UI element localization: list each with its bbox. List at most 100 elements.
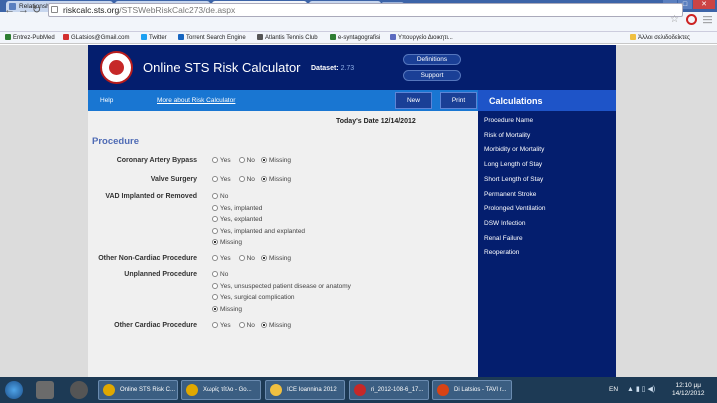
radio-option[interactable]: Yes, implanted <box>212 204 263 212</box>
radio-button[interactable] <box>261 322 267 328</box>
radio-button[interactable] <box>212 282 218 289</box>
radio-option[interactable]: Yes, implanted and explanted <box>212 227 306 235</box>
radio-button[interactable] <box>212 204 218 211</box>
bookmark-favicon-icon <box>5 34 11 40</box>
url-path: /STSWebRiskCalc273/de.aspx <box>119 5 236 15</box>
taskbar-button-label: Di Latsios - TAVI r... <box>454 387 507 393</box>
radio-button[interactable] <box>212 255 218 261</box>
radio-option[interactable]: No <box>212 193 228 200</box>
help-link[interactable]: Help <box>100 90 113 111</box>
question-label: Valve Surgery <box>150 176 197 183</box>
radio-option[interactable]: Yes <box>212 176 231 183</box>
start-button[interactable] <box>5 381 23 399</box>
radio-option[interactable]: Yes <box>212 157 231 164</box>
support-button[interactable]: Support <box>403 70 461 81</box>
reload-icon[interactable]: ↻ <box>32 3 41 17</box>
bookmark-item[interactable]: GLatsios@Gmail.com <box>63 32 129 44</box>
radio-option[interactable]: Missing <box>261 322 291 329</box>
question-label: Other Cardiac Procedure <box>114 322 197 329</box>
system-tray-icons[interactable]: ▲ ▮ ▯ ◀) <box>627 385 655 393</box>
radio-option[interactable]: Yes, unsuspected patient disease or anat… <box>212 282 351 290</box>
clock[interactable]: 12:10 μμ 14/12/2012 <box>672 382 705 398</box>
radio-option[interactable]: No <box>212 271 228 278</box>
taskbar-button[interactable]: Χωρίς τίτλο - Go... <box>181 380 261 400</box>
calculation-item[interactable]: Short Length of Stay <box>484 176 543 183</box>
bookmark-item[interactable]: Atlantis Tennis Club <box>257 32 318 44</box>
radio-option[interactable]: Yes, explanted <box>212 216 262 223</box>
bookmark-star-icon[interactable]: ☆ <box>670 14 679 25</box>
bookmark-label: e-syntagografisi <box>338 35 381 41</box>
radio-option[interactable]: Yes <box>212 322 231 329</box>
calculations-title: Calculations <box>489 96 543 106</box>
menu-icon[interactable]: — — — <box>703 12 712 27</box>
calculation-item[interactable]: Renal Failure <box>484 235 523 242</box>
radio-label: Missing <box>269 322 292 329</box>
close-window-button[interactable]: ✕ <box>693 0 715 9</box>
radio-option[interactable]: No <box>238 176 255 183</box>
bookmark-item[interactable]: Twitter <box>141 32 167 44</box>
calculation-item[interactable]: Long Length of Stay <box>484 161 542 168</box>
calculation-item[interactable]: Procedure Name <box>484 117 533 124</box>
sts-logo <box>100 51 133 84</box>
back-arrow-icon[interactable]: ← <box>4 3 15 17</box>
language-indicator[interactable]: EN <box>609 386 618 393</box>
calculation-item[interactable]: Permanent Stroke <box>484 191 536 198</box>
clock-time: 12:10 μμ <box>675 382 702 389</box>
radio-label: Yes, implanted <box>220 204 263 212</box>
radio-option[interactable]: Yes, surgical complication <box>212 294 295 301</box>
other-bookmarks[interactable]: Άλλοι σελιδοδείκτες <box>630 32 690 44</box>
calculation-item[interactable]: Reoperation <box>484 249 519 256</box>
bookmark-item[interactable]: Torrent Search Engine <box>178 32 246 44</box>
radio-option[interactable]: Missing <box>261 157 291 164</box>
bookmark-item[interactable]: Υπουργείο Διοικητι... <box>390 32 453 44</box>
radio-option[interactable]: Missing <box>261 176 291 183</box>
radio-button[interactable] <box>261 157 267 163</box>
radio-button[interactable] <box>212 322 218 328</box>
radio-button[interactable] <box>212 227 218 234</box>
radio-option[interactable]: No <box>238 157 255 164</box>
calculation-item[interactable]: Risk of Mortality <box>484 132 530 139</box>
radio-button[interactable] <box>212 216 218 222</box>
calculation-item[interactable]: Prolonged Ventilation <box>484 205 545 212</box>
forward-arrow-icon[interactable]: → <box>18 3 29 17</box>
radio-option[interactable]: Yes <box>212 255 231 262</box>
radio-option[interactable]: No <box>238 322 255 329</box>
radio-button[interactable] <box>212 193 218 199</box>
radio-button[interactable] <box>212 294 218 300</box>
bookmark-item[interactable]: Entrez-PubMed <box>5 32 55 44</box>
definitions-button[interactable]: Definitions <box>403 54 461 65</box>
radio-button[interactable] <box>212 157 218 163</box>
radio-option[interactable]: Missing <box>261 255 291 262</box>
print-button[interactable]: Print <box>440 92 477 109</box>
taskbar-button[interactable]: ri_2012-108-6_17... <box>349 380 429 400</box>
radio-label: No <box>246 157 255 164</box>
radio-label: Yes, implanted and explanted <box>220 227 306 235</box>
radio-button[interactable] <box>238 176 245 182</box>
radio-button[interactable] <box>261 176 267 182</box>
radio-option[interactable]: Missing <box>212 239 242 246</box>
taskbar-button[interactable]: ICE Ioannina 2012 <box>265 380 345 400</box>
calculation-item[interactable]: Morbidity or Mortality <box>484 146 544 153</box>
radio-button[interactable] <box>212 239 218 245</box>
radio-button[interactable] <box>261 255 267 261</box>
radio-button[interactable] <box>238 322 245 328</box>
radio-button[interactable] <box>238 157 245 163</box>
radio-button[interactable] <box>212 271 218 277</box>
other-bookmarks-label: Άλλοι σελιδοδείκτες <box>638 35 690 41</box>
radio-button[interactable] <box>212 305 218 312</box>
radio-button[interactable] <box>238 255 245 261</box>
app-icon[interactable] <box>36 381 54 399</box>
more-about-link[interactable]: More about Risk Calculator <box>157 90 235 111</box>
question-label: Other Non-Cardiac Procedure <box>98 255 197 262</box>
taskbar-button[interactable]: Online STS Risk C... <box>98 380 178 400</box>
radio-option[interactable]: Missing <box>212 305 242 313</box>
new-button[interactable]: New <box>395 92 432 109</box>
bookmark-item[interactable]: e-syntagografisi <box>330 32 380 44</box>
taskbar-button[interactable]: Di Latsios - TAVI r... <box>432 380 512 400</box>
calculation-item[interactable]: DSW Infection <box>484 220 526 227</box>
radio-option[interactable]: No <box>238 255 255 262</box>
address-bar[interactable]: riskcalc.sts.org/STSWebRiskCalc273/de.as… <box>48 3 683 17</box>
opera-extension-icon[interactable] <box>686 14 697 25</box>
app-icon[interactable] <box>70 381 88 399</box>
radio-button[interactable] <box>212 176 218 182</box>
